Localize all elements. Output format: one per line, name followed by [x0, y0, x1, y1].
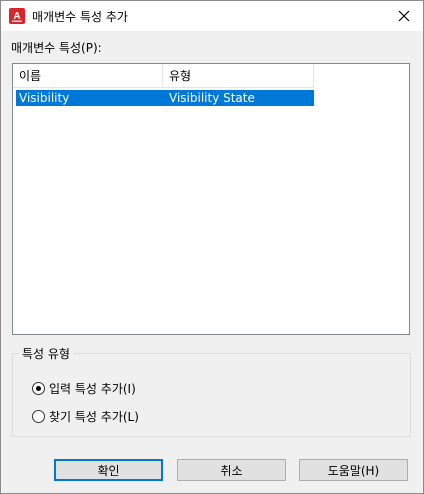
radio-label-input: 입력 특성 추가(I) — [49, 382, 136, 396]
radio-button-checked[interactable] — [32, 382, 45, 395]
radio-label-lookup: 찾기 특성 추가(L) — [49, 410, 139, 424]
title-bar: A 매개변수 특성 추가 — [1, 1, 423, 31]
radio-add-lookup[interactable]: 찾기 특성 추가(L) — [32, 408, 139, 425]
radio-add-input[interactable]: 입력 특성 추가(I) — [32, 380, 136, 397]
ok-button[interactable]: 확인 — [54, 459, 163, 481]
close-button[interactable] — [389, 1, 419, 31]
close-icon — [398, 10, 410, 22]
list-row[interactable]: Visibility Visibility State — [16, 90, 314, 106]
cancel-button[interactable]: 취소 — [177, 459, 286, 481]
params-label: 매개변수 특성(P): — [11, 41, 102, 55]
row-name-cell: Visibility — [19, 91, 70, 105]
radio-button-unchecked[interactable] — [32, 410, 45, 423]
row-type-cell: Visibility State — [169, 91, 255, 105]
column-header-name[interactable]: 이름 — [13, 64, 163, 88]
dialog-window: A 매개변수 특성 추가 매개변수 특성(P): 이름 유형 Visibilit… — [0, 0, 424, 494]
column-header-type[interactable]: 유형 — [163, 64, 314, 88]
window-title: 매개변수 특성 추가 — [32, 10, 128, 24]
group-title: 특성 유형 — [19, 345, 73, 362]
parameter-list[interactable]: 이름 유형 Visibility Visibility State — [12, 63, 410, 335]
autocad-app-icon: A — [9, 8, 25, 24]
svg-text:A: A — [13, 11, 20, 22]
help-button[interactable]: 도움말(H) — [299, 459, 408, 481]
list-header: 이름 유형 — [13, 64, 314, 88]
